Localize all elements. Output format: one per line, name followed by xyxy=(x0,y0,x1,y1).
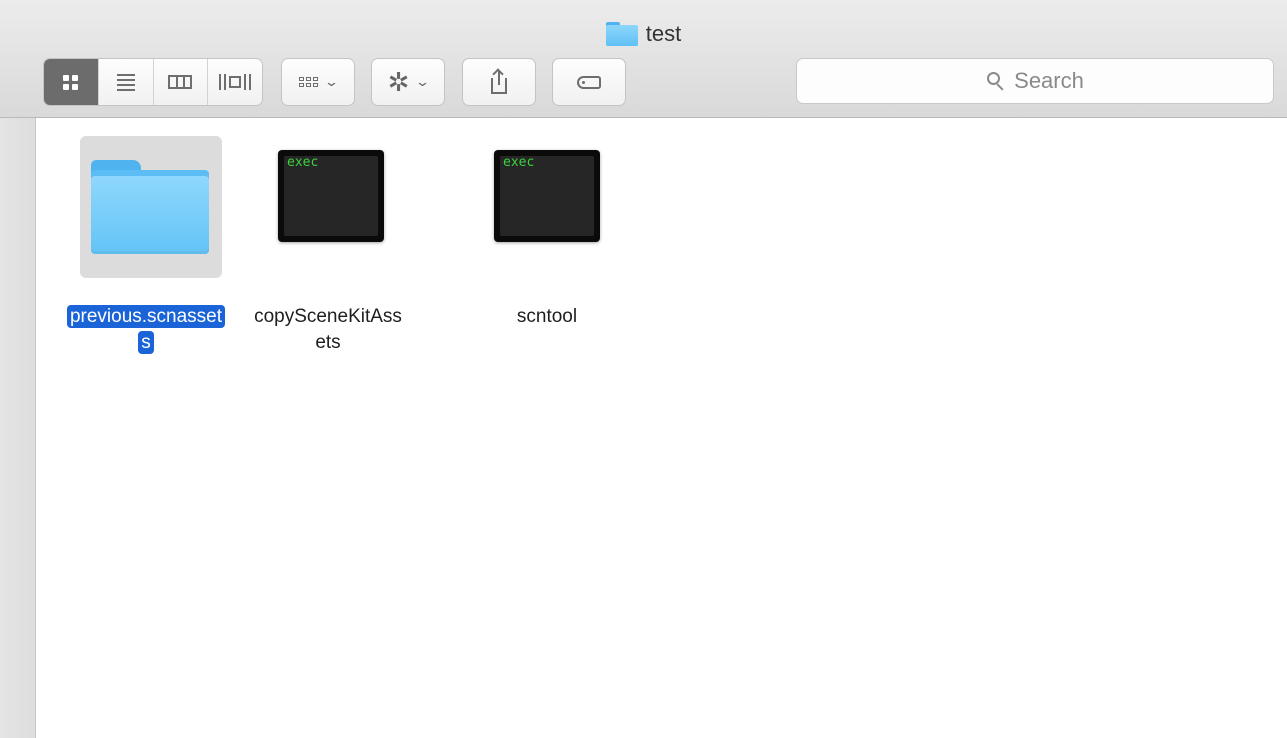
arrange-icon xyxy=(299,77,319,87)
cover-flow-view-button[interactable] xyxy=(208,59,262,105)
sidebar-collapsed xyxy=(0,118,36,738)
folder-icon xyxy=(605,22,638,46)
column-view-button[interactable] xyxy=(154,59,209,105)
cover-flow-icon xyxy=(219,74,252,90)
view-mode-segmented-control xyxy=(43,58,263,106)
tags-button[interactable] xyxy=(552,58,626,106)
file-name-label: copySceneKitAss ets xyxy=(253,304,403,356)
file-name-line: previous.scnasset xyxy=(66,305,226,328)
file-name-line: s xyxy=(138,331,154,354)
tag-icon xyxy=(577,75,601,89)
window-title: test xyxy=(0,19,1287,49)
file-name-label: previous.scnasset s xyxy=(36,304,256,356)
chevron-down-icon: ⌄ xyxy=(323,74,340,89)
share-icon xyxy=(489,68,509,95)
exec-icon-label: exec xyxy=(503,155,535,170)
file-name-label: scntool xyxy=(472,304,622,330)
file-name-line: copySceneKitAss xyxy=(254,306,402,327)
window-title-text: test xyxy=(645,21,682,46)
search-placeholder: Search xyxy=(1014,68,1084,93)
terminal-exec-icon: exec xyxy=(278,150,384,242)
list-view-icon xyxy=(116,73,135,91)
share-button[interactable] xyxy=(462,58,536,106)
column-view-icon xyxy=(168,75,193,89)
icon-view-button[interactable] xyxy=(44,59,99,105)
search-field[interactable]: Search xyxy=(796,58,1274,104)
icon-view-icon xyxy=(63,74,79,90)
terminal-exec-icon: exec xyxy=(494,150,600,242)
gear-icon: ✲ xyxy=(387,67,410,97)
icon-container: exec xyxy=(256,136,406,278)
list-view-button[interactable] xyxy=(99,59,154,105)
file-name-line: scntool xyxy=(516,306,578,327)
selection-highlight xyxy=(80,136,222,278)
search-icon xyxy=(986,71,1006,91)
icon-container: exec xyxy=(472,136,622,278)
title-toolbar-bar: test ⌄ ✲ ⌄ Search xyxy=(0,0,1287,118)
exec-icon-label: exec xyxy=(287,155,319,170)
folder-icon xyxy=(91,160,209,254)
arrange-button[interactable]: ⌄ xyxy=(281,58,355,106)
file-name-line: ets xyxy=(315,332,341,353)
chevron-down-icon: ⌄ xyxy=(415,74,431,89)
action-button[interactable]: ✲ ⌄ xyxy=(371,58,445,106)
finder-window: test ⌄ ✲ ⌄ Search previous.scnasset s ex… xyxy=(0,0,1287,738)
file-icon-grid: previous.scnasset s exec copySceneKitAss… xyxy=(36,118,1287,738)
